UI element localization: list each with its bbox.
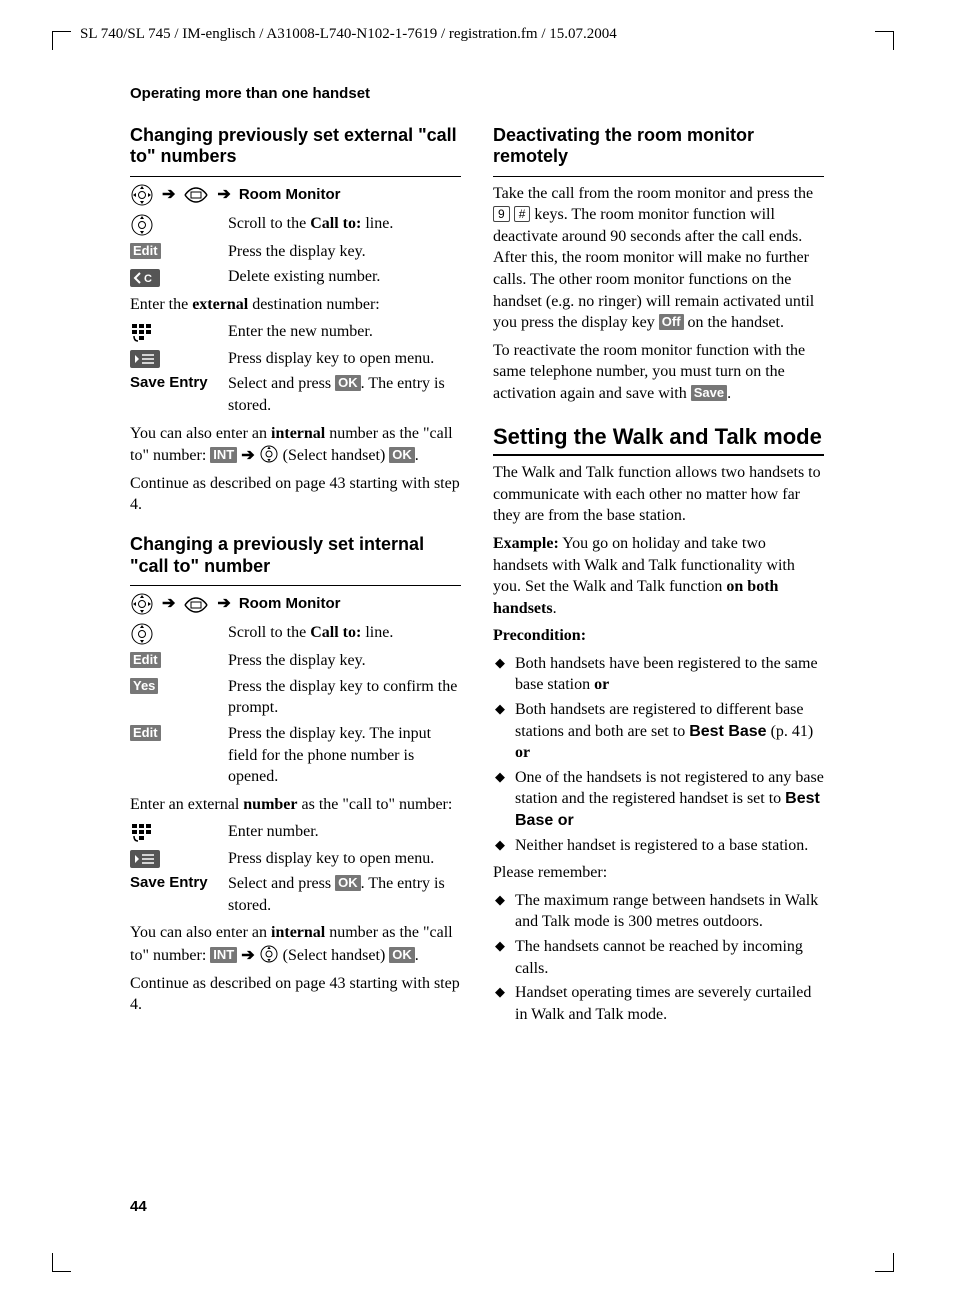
arrow-icon: ➔	[162, 184, 175, 206]
softkey-int: INT	[210, 947, 237, 963]
list-item: One of the handsets is not registered to…	[493, 767, 824, 832]
crop-mark	[52, 1253, 71, 1272]
keypad-icon	[130, 321, 228, 343]
nav-target: Room Monitor	[239, 185, 341, 205]
svg-text:C: C	[144, 273, 152, 285]
step-text: Scroll to the Call to: line.	[228, 622, 461, 644]
body-text: Enter the external destination number:	[130, 294, 461, 316]
body-text: To reactivate the room monitor function …	[493, 340, 824, 405]
step-text: Press the display key. The input field f…	[228, 723, 461, 788]
heading-walk-talk: Setting the Walk and Talk mode	[493, 423, 824, 457]
body-text: Continue as described on page 43 startin…	[130, 473, 461, 516]
nav-dpad-icon	[130, 183, 154, 207]
step-text: Press the display key to confirm the pro…	[228, 676, 461, 719]
keypad-icon	[130, 821, 228, 843]
body-text: Continue as described on page 43 startin…	[130, 973, 461, 1016]
step-text: Scroll to the Call to: line.	[228, 213, 461, 235]
menu-icon	[183, 184, 209, 206]
nav-path: ➔ ➔ Room Monitor	[130, 183, 461, 207]
right-column: Deactivating the room monitor remotely T…	[493, 125, 824, 1030]
nav-dpad-icon	[130, 213, 228, 237]
label-precondition: Precondition:	[493, 625, 824, 647]
softkey-int: INT	[210, 447, 237, 463]
softkey-yes: Yes	[130, 678, 158, 694]
step-text: Press the display key.	[228, 650, 461, 672]
list-item: The maximum range between handsets in Wa…	[493, 890, 824, 933]
section-title: Operating more than one handset	[130, 84, 824, 104]
key-hash: #	[514, 206, 531, 222]
nav-dpad-icon	[130, 622, 228, 646]
nav-path: ➔ ➔ Room Monitor	[130, 592, 461, 616]
remember-list: The maximum range between handsets in Wa…	[493, 890, 824, 1026]
body-text: You can also enter an internal number as…	[130, 423, 461, 467]
step-label: Save Entry	[130, 873, 228, 893]
crop-mark	[52, 31, 71, 50]
step-text: Select and press OK. The entry is stored…	[228, 373, 461, 416]
nav-dpad-icon	[259, 447, 279, 464]
step-text: Press display key to open menu.	[228, 348, 461, 370]
list-item: Handset operating times are severely cur…	[493, 982, 824, 1025]
nav-dpad-icon	[259, 947, 279, 964]
nav-dpad-icon	[130, 592, 154, 616]
arrow-icon: ➔	[162, 593, 175, 615]
menu-key-icon	[130, 848, 228, 870]
softkey-edit: Edit	[130, 243, 161, 259]
list-item: Both handsets are registered to differen…	[493, 699, 824, 764]
softkey-ok: OK	[389, 447, 415, 463]
clear-key-icon: C	[130, 266, 228, 288]
page: SL 740/SL 745 / IM-englisch / A31008-L74…	[0, 0, 954, 1307]
body-text: Take the call from the room monitor and …	[493, 183, 824, 334]
list-item: Neither handset is registered to a base …	[493, 835, 824, 857]
softkey-ok: OK	[335, 375, 361, 391]
body-text: Enter an external number as the "call to…	[130, 794, 461, 816]
body-text: The Walk and Talk function allows two ha…	[493, 462, 824, 527]
softkey-edit: Edit	[130, 725, 161, 741]
label-remember: Please remember:	[493, 862, 824, 884]
crop-mark	[875, 31, 894, 50]
softkey-edit: Edit	[130, 652, 161, 668]
step-text: Delete existing number.	[228, 266, 461, 288]
arrow-icon: ➔	[217, 593, 230, 615]
step-text: Press the display key.	[228, 241, 461, 263]
heading-deactivate-remote: Deactivating the room monitor remotely	[493, 125, 824, 168]
heading-change-internal: Changing a previously set internal "call…	[130, 534, 461, 577]
key-9: 9	[493, 206, 510, 222]
nav-target: Room Monitor	[239, 594, 341, 614]
menu-key-icon	[130, 348, 228, 370]
heading-change-external: Changing previously set external "call t…	[130, 125, 461, 168]
crop-mark	[875, 1253, 894, 1272]
step-text: Enter the new number.	[228, 321, 461, 343]
running-header: SL 740/SL 745 / IM-englisch / A31008-L74…	[74, 24, 880, 44]
body-text: You can also enter an internal number as…	[130, 922, 461, 966]
softkey-off: Off	[659, 314, 684, 330]
left-column: Changing previously set external "call t…	[130, 125, 461, 1030]
precondition-list: Both handsets have been registered to th…	[493, 653, 824, 856]
step-label: Save Entry	[130, 373, 228, 393]
body-text: Example: You go on holiday and take two …	[493, 533, 824, 619]
step-text: Press display key to open menu.	[228, 848, 461, 870]
softkey-save: Save	[691, 385, 727, 401]
arrow-icon: ➔	[217, 184, 230, 206]
list-item: Both handsets have been registered to th…	[493, 653, 824, 696]
softkey-ok: OK	[335, 875, 361, 891]
softkey-ok: OK	[389, 947, 415, 963]
step-text: Select and press OK. The entry is stored…	[228, 873, 461, 916]
step-text: Enter number.	[228, 821, 461, 843]
page-number: 44	[130, 1197, 147, 1217]
list-item: The handsets cannot be reached by incomi…	[493, 936, 824, 979]
menu-icon	[183, 593, 209, 615]
